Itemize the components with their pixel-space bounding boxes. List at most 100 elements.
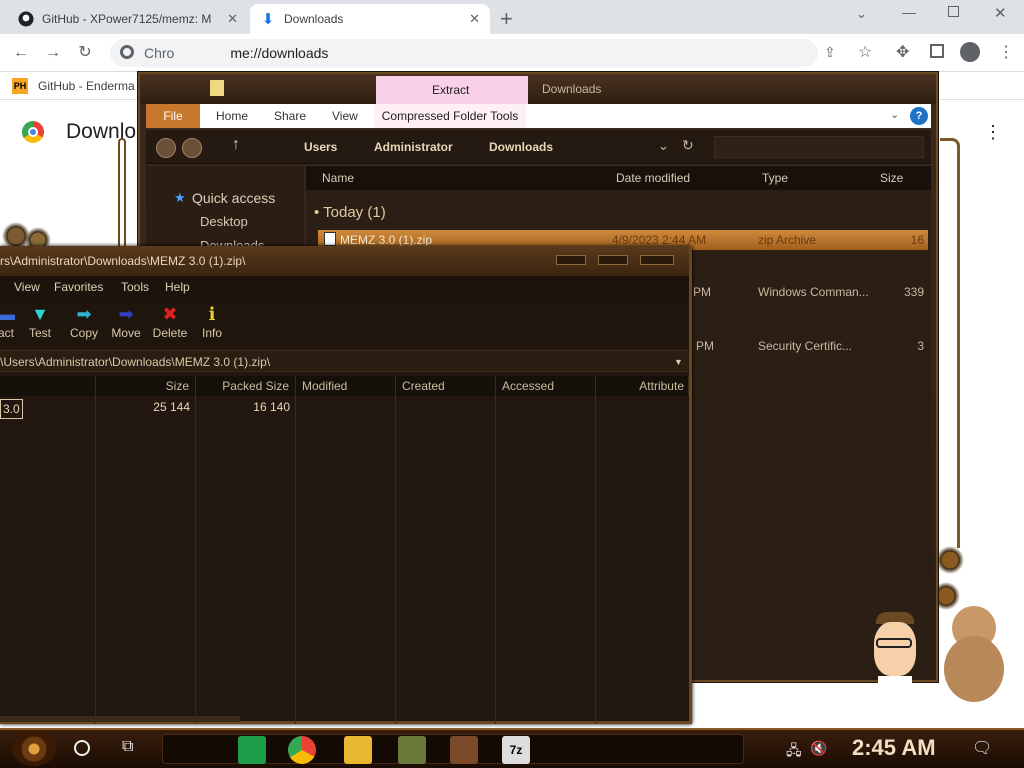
- tab-compressed-folder-tools[interactable]: Compressed Folder Tools: [374, 104, 526, 128]
- delete-button[interactable]: ✖ Delete: [150, 302, 190, 340]
- column-type[interactable]: Type: [758, 166, 876, 190]
- chevron-down-icon[interactable]: ⌄: [890, 108, 899, 121]
- toolbar: ← → ↻ Chro me://downloads ⇪ ☆ ✥ ⋮: [0, 34, 1024, 72]
- hamster-sticker: [944, 606, 1004, 704]
- network-icon[interactable]: 🖧: [786, 740, 802, 764]
- close-icon[interactable]: ✕: [227, 11, 238, 27]
- item-size: 25 144: [153, 400, 190, 414]
- breadcrumb-administrator[interactable]: Administrator: [374, 140, 453, 154]
- bookmark-star-icon[interactable]: ☆: [858, 42, 872, 62]
- tab-github[interactable]: GitHub - XPower7125/memz: M ✕: [8, 4, 248, 34]
- column-size[interactable]: Size: [96, 376, 196, 396]
- breadcrumb-downloads[interactable]: Downloads: [489, 140, 553, 154]
- table-row[interactable]: 3.0 25 144 16 140: [0, 398, 689, 419]
- horizontal-scrollbar[interactable]: [0, 716, 240, 722]
- chevron-down-icon[interactable]: ▼: [674, 351, 683, 373]
- hank-hill-sticker: [870, 612, 920, 724]
- contextual-tab-label: Extract: [432, 83, 470, 97]
- app-icon[interactable]: [398, 736, 426, 764]
- notifications-icon[interactable]: 🗨: [972, 738, 992, 758]
- test-button[interactable]: ▼ Test: [20, 302, 60, 340]
- minimize-button[interactable]: [556, 255, 586, 265]
- app-icon[interactable]: [450, 736, 478, 764]
- bookmark-item[interactable]: GitHub - Enderma: [38, 79, 135, 93]
- column-attributes[interactable]: Attribute: [596, 376, 689, 396]
- search-icon[interactable]: [74, 740, 90, 756]
- chrome-icon[interactable]: [288, 736, 316, 764]
- url-scheme: Chro: [144, 45, 175, 61]
- nav-desktop[interactable]: Desktop: [200, 214, 248, 229]
- tab-downloads[interactable]: ⬇ Downloads ✕: [250, 4, 490, 34]
- new-tab-button[interactable]: +: [500, 6, 513, 32]
- file-explorer-icon[interactable]: [344, 736, 372, 764]
- back-icon[interactable]: [156, 138, 176, 158]
- column-date-modified[interactable]: Date modified: [612, 166, 758, 190]
- 7zip-menubar: View Favorites Tools Help: [0, 276, 689, 298]
- help-icon[interactable]: ?: [910, 107, 928, 125]
- taskbar: ⧉ 7z 🖧 🔇 2:45 AM 🗨: [0, 728, 1024, 768]
- move-icon: ➡: [118, 304, 134, 324]
- column-packed-size[interactable]: Packed Size: [196, 376, 296, 396]
- tool-label: Move: [111, 326, 141, 340]
- close-window-button[interactable]: ✕: [994, 4, 1007, 22]
- menu-view[interactable]: View: [14, 276, 40, 298]
- search-box[interactable]: [714, 136, 924, 158]
- tab-view[interactable]: View: [332, 109, 358, 123]
- task-view-icon[interactable]: ⧉: [122, 738, 133, 756]
- up-arrow-icon[interactable]: ↑: [232, 136, 240, 154]
- tab-share[interactable]: Share: [274, 109, 306, 123]
- grid-column: [296, 396, 396, 724]
- menu-favorites[interactable]: Favorites: [54, 276, 103, 298]
- 7zip-icon[interactable]: 7z: [502, 736, 530, 764]
- address-bar[interactable]: Chro me://downloads: [110, 39, 818, 67]
- move-button[interactable]: ➡ Move: [106, 302, 146, 340]
- column-accessed[interactable]: Accessed: [496, 376, 596, 396]
- volume-muted-icon[interactable]: 🔇: [810, 740, 827, 757]
- tab-search-icon[interactable]: ⌄: [856, 6, 867, 22]
- tab-file[interactable]: File: [146, 104, 200, 128]
- maximize-button[interactable]: [598, 255, 628, 265]
- refresh-icon[interactable]: ↻: [682, 137, 694, 154]
- menu-tools[interactable]: Tools: [121, 276, 149, 298]
- info-icon: ℹ: [208, 304, 216, 324]
- ph-icon: PH: [12, 78, 28, 94]
- start-button[interactable]: [12, 732, 56, 766]
- clock[interactable]: 2:45 AM: [852, 735, 936, 761]
- file-size: 3: [917, 339, 924, 353]
- column-name[interactable]: [0, 376, 96, 396]
- forward-button[interactable]: →: [42, 42, 64, 64]
- column-created[interactable]: Created: [396, 376, 496, 396]
- column-name[interactable]: Name: [306, 166, 612, 190]
- profile-avatar[interactable]: [960, 42, 980, 62]
- close-icon[interactable]: ✕: [469, 11, 480, 27]
- tab-home[interactable]: Home: [216, 109, 248, 123]
- grid-column: [0, 396, 96, 724]
- restore-button[interactable]: [948, 6, 959, 17]
- breadcrumb-users[interactable]: Users: [304, 140, 337, 154]
- grid-column: [396, 396, 496, 724]
- file-type: Windows Comman...: [758, 285, 869, 299]
- share-icon[interactable]: ⇪: [824, 44, 836, 61]
- side-panel-icon[interactable]: [930, 44, 944, 58]
- extensions-icon[interactable]: ✥: [896, 42, 909, 62]
- reload-button[interactable]: ↻: [74, 42, 96, 64]
- forward-icon[interactable]: [182, 138, 202, 158]
- menu-help[interactable]: Help: [165, 276, 190, 298]
- info-button[interactable]: ℹ Info: [192, 302, 232, 340]
- column-size[interactable]: Size: [876, 166, 931, 190]
- close-button[interactable]: [640, 255, 674, 265]
- sheets-icon[interactable]: [238, 736, 266, 764]
- copy-button[interactable]: ➡ Copy: [64, 302, 104, 340]
- minimize-button[interactable]: —: [902, 4, 916, 20]
- group-header[interactable]: • Today (1): [314, 204, 386, 221]
- more-options-icon[interactable]: ⋮: [984, 122, 1002, 143]
- grid-column: [196, 396, 296, 724]
- history-chevron-icon[interactable]: ⌄: [658, 138, 669, 154]
- copy-icon: ➡: [76, 304, 92, 324]
- back-button[interactable]: ←: [10, 42, 32, 64]
- nav-quick-access[interactable]: Quick access: [192, 190, 275, 206]
- column-modified[interactable]: Modified: [296, 376, 396, 396]
- tool-label: Delete: [152, 326, 188, 340]
- menu-icon[interactable]: ⋮: [998, 42, 1014, 62]
- 7zip-path-bar[interactable]: \Users\Administrator\Downloads\MEMZ 3.0 …: [0, 350, 689, 372]
